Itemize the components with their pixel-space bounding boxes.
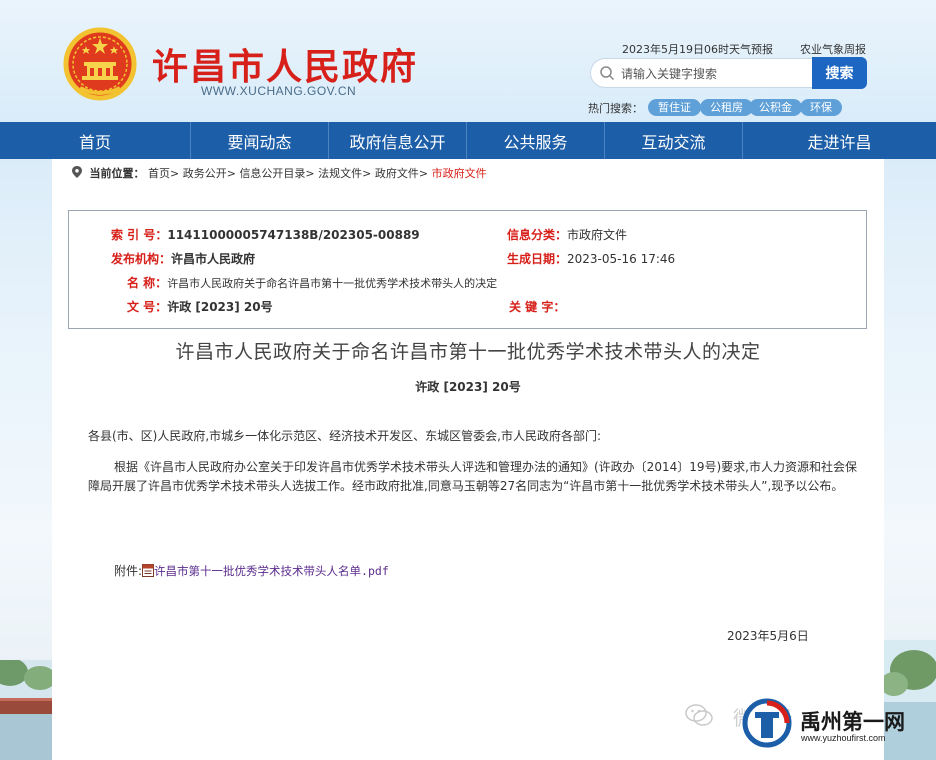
nav-public-service[interactable]: 公共服务 xyxy=(467,122,605,159)
document-salutation: 各县(市、区)人民政府,市城乡一体化示范区、经济技术开发区、东城区管委会,市人民… xyxy=(88,429,602,443)
document-title: 许昌市人民政府关于命名许昌市第十一批优秀学术技术带头人的决定 xyxy=(175,341,761,363)
info-category-label: 信息分类： xyxy=(507,228,568,242)
content-panel: 当前位置： 首页> 政务公开> 信息公开目录> 法规文件> 政府文件> 市政府文… xyxy=(52,159,884,760)
info-index-label: 索 引 号： xyxy=(111,228,168,242)
watermark-brand-url: www.yuzhoufirst.com xyxy=(801,733,886,743)
attachment-label: 附件: xyxy=(114,564,143,578)
park-scenery-left xyxy=(0,660,52,760)
breadcrumb: 当前位置： 首页> 政务公开> 信息公开目录> 法规文件> 政府文件> 市政府文… xyxy=(72,165,487,181)
info-publisher-value: 许昌市人民政府 xyxy=(171,252,256,266)
info-index-value: 11411000005747138B/202305-00889 xyxy=(167,228,420,242)
hot-tag-environment[interactable]: 环保 xyxy=(800,99,842,116)
info-publisher: 发布机构：许昌市人民政府 xyxy=(111,250,255,267)
pdf-file-icon xyxy=(142,564,155,577)
info-docno-value: 许政 [2023] 20号 xyxy=(167,300,273,314)
search-icon xyxy=(600,66,615,81)
location-pin-icon xyxy=(72,166,82,178)
info-date-label: 生成日期： xyxy=(507,252,568,266)
breadcrumb-label: 当前位置： xyxy=(89,167,145,180)
info-index: 索 引 号：11411000005747138B/202305-00889 xyxy=(111,226,420,243)
weather-link[interactable]: 2023年5月19日06时天气预报 xyxy=(622,41,773,57)
park-scenery-right xyxy=(884,640,936,760)
info-date: 生成日期：2023-05-16 17:46 xyxy=(507,250,675,267)
agri-weather-link[interactable]: 农业气象周报 xyxy=(800,41,866,57)
info-docno-label: 文 号： xyxy=(127,300,168,314)
hot-tag-housing-fund[interactable]: 公积金 xyxy=(749,99,802,116)
breadcrumb-gov-docs[interactable]: 政府文件> xyxy=(375,167,428,180)
search-button[interactable]: 搜索 xyxy=(812,57,867,89)
nav-news[interactable]: 要闻动态 xyxy=(191,122,329,159)
brand-logo-icon xyxy=(742,698,792,748)
hot-tag-residence-permit[interactable]: 暂住证 xyxy=(648,99,701,116)
nav-interaction[interactable]: 互动交流 xyxy=(605,122,743,159)
breadcrumb-current[interactable]: 市政府文件 xyxy=(432,167,487,180)
document-info-box: 索 引 号：11411000005747138B/202305-00889 信息… xyxy=(68,210,867,329)
site-header: 许昌市人民政府 WWW.XUCHANG.GOV.CN 2023年5月19日06时… xyxy=(0,0,936,122)
info-category: 信息分类：市政府文件 xyxy=(507,226,627,243)
hot-search-label: 热门搜索： xyxy=(588,102,643,115)
info-docno: 文 号：许政 [2023] 20号 xyxy=(127,298,273,315)
breadcrumb-gov-affairs[interactable]: 政务公开> xyxy=(183,167,236,180)
nav-about-xuchang[interactable]: 走进许昌 xyxy=(743,122,936,159)
document-body: 根据《许昌市人民政府办公室关于印发许昌市优秀学术技术带头人评选和管理办法的通知》… xyxy=(88,460,857,493)
info-name-value: 许昌市人民政府关于命名许昌市第十一批优秀学术技术带头人的决定 xyxy=(167,277,498,290)
wechat-icon xyxy=(685,704,713,726)
attachment-link[interactable]: 许昌市第十一批优秀学术技术带头人名单.pdf xyxy=(154,564,389,578)
info-publisher-label: 发布机构： xyxy=(111,252,172,266)
info-date-value: 2023-05-16 17:46 xyxy=(567,252,676,266)
breadcrumb-regulations[interactable]: 法规文件> xyxy=(318,167,371,180)
search-box xyxy=(590,58,812,88)
attachment: 附件: 许昌市第十一批优秀学术技术带头人名单.pdf xyxy=(114,562,389,579)
breadcrumb-home[interactable]: 首页> xyxy=(148,167,179,180)
main-nav: 首页 要闻动态 政府信息公开 公共服务 互动交流 走进许昌 xyxy=(0,122,936,159)
watermark-brand-name: 禹州第一网 xyxy=(800,710,905,734)
nav-gov-info[interactable]: 政府信息公开 xyxy=(329,122,467,159)
document-date: 2023年5月6日 xyxy=(727,629,809,643)
nav-home[interactable]: 首页 xyxy=(0,122,191,159)
search-input[interactable] xyxy=(621,64,807,84)
info-name: 名 称：许昌市人民政府关于命名许昌市第十一批优秀学术技术带头人的决定 xyxy=(127,274,497,291)
info-keywords: 关 键 字： xyxy=(509,298,565,315)
site-url: WWW.XUCHANG.GOV.CN xyxy=(201,84,357,98)
hot-tag-public-rental[interactable]: 公租房 xyxy=(700,99,753,116)
info-category-value: 市政府文件 xyxy=(567,228,628,242)
national-emblem-icon[interactable] xyxy=(62,26,138,102)
document-number: 许政 [2023] 20号 xyxy=(415,380,521,394)
info-keywords-label: 关 键 字： xyxy=(509,300,566,314)
breadcrumb-info-catalog[interactable]: 信息公开目录> xyxy=(239,167,314,180)
info-name-label: 名 称： xyxy=(127,276,168,290)
site-title[interactable]: 许昌市人民政府 xyxy=(152,38,418,90)
